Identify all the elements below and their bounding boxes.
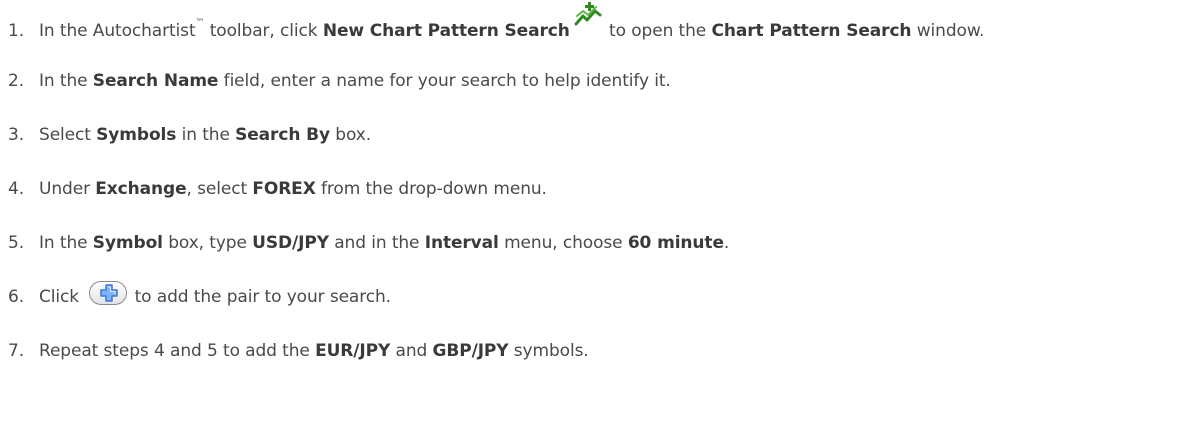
step-number: 4. <box>8 179 25 199</box>
step-text: In the <box>39 233 93 253</box>
step-text: . <box>723 233 730 253</box>
step-3: 3. Select Symbols in the Search By box. <box>8 120 371 150</box>
step-text: to open the <box>603 21 712 41</box>
step-text: from the drop-down menu. <box>315 179 547 199</box>
chart-pattern-search-icon <box>574 2 602 28</box>
step-text: box. <box>329 125 372 145</box>
add-button-icon <box>89 281 128 305</box>
bold-term: Search By <box>235 125 330 145</box>
step-text: to add the pair to your search. <box>129 287 391 307</box>
step-text: window. <box>911 21 985 41</box>
step-text: , select <box>186 179 253 199</box>
step-text: Select <box>39 125 97 145</box>
step-text: In the <box>39 71 93 91</box>
step-text: in the <box>176 125 236 145</box>
bold-term: Symbols <box>96 125 177 145</box>
step-number: 2. <box>8 71 25 91</box>
step-number: 1. <box>8 21 25 41</box>
bold-term: USD/JPY <box>252 233 329 253</box>
step-text: toolbar, click <box>204 21 323 41</box>
bold-term: Symbol <box>92 233 163 253</box>
step-text: In the Autochartist <box>39 21 196 41</box>
step-text: symbols. <box>508 341 589 361</box>
bold-term: Interval <box>424 233 499 253</box>
step-text: Click <box>39 287 85 307</box>
step-text: and in the <box>328 233 425 253</box>
step-4: 4. Under Exchange, select FOREX from the … <box>8 174 547 204</box>
bold-term: Exchange <box>95 179 187 199</box>
step-text: Repeat steps 4 and 5 to add the <box>39 341 316 361</box>
bold-term: FOREX <box>252 179 316 199</box>
step-text: box, type <box>162 233 253 253</box>
step-number: 6. <box>8 287 25 307</box>
step-number: 3. <box>8 125 25 145</box>
bold-term: EUR/JPY <box>315 341 391 361</box>
step-7: 7. Repeat steps 4 and 5 to add the EUR/JP… <box>8 336 589 366</box>
step-2: 2. In the Search Name field, enter a name… <box>8 66 671 96</box>
bold-term: GBP/JPY <box>432 341 509 361</box>
step-text: menu, choose <box>498 233 628 253</box>
step-number: 5. <box>8 233 25 253</box>
trademark-symbol: ™ <box>195 18 205 28</box>
bold-term: Chart Pattern Search <box>711 21 912 41</box>
step-5: 5. In the Symbol box, type USD/JPY and in… <box>8 228 729 258</box>
bold-term: New Chart Pattern Search <box>322 21 570 41</box>
step-text: and <box>390 341 433 361</box>
step-6: 6. Click to add the pair to your search. <box>8 281 391 312</box>
step-text: field, enter a name for your search to h… <box>218 71 671 91</box>
step-1: 1. In the Autochartist™ toolbar, click Ne… <box>8 2 985 42</box>
step-number: 7. <box>8 341 25 361</box>
bold-term: 60 minute <box>627 233 724 253</box>
step-text: Under <box>39 179 96 199</box>
bold-term: Search Name <box>92 71 219 91</box>
